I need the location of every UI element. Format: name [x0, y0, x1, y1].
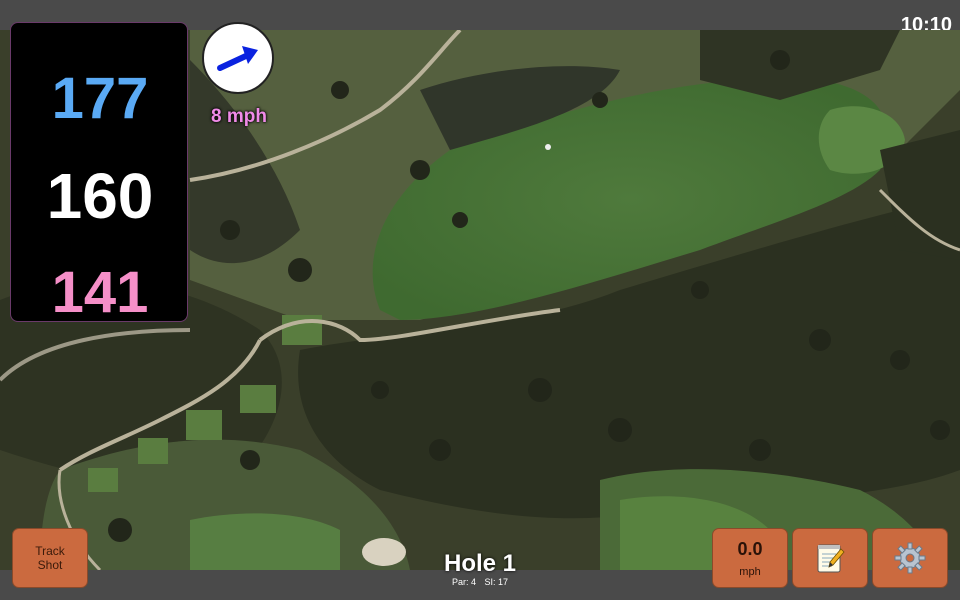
wind-direction-arrow-icon — [217, 46, 258, 71]
track-shot-label-line1: Track — [35, 544, 65, 558]
speed-button[interactable]: 0.0 mph — [712, 528, 788, 588]
hole-par: Par: 4 — [451, 577, 476, 587]
track-shot-label-line2: Shot — [37, 558, 63, 572]
distance-front: 141 — [51, 260, 149, 325]
notepad-pencil-icon — [817, 544, 845, 573]
distance-middle: 160 — [46, 160, 154, 232]
speed-value: 0.0 — [737, 539, 763, 559]
hole-stroke-index: SI: 17 — [484, 577, 509, 587]
distance-back: 177 — [51, 66, 149, 131]
track-shot-button[interactable]: Track Shot — [12, 528, 88, 588]
gear-icon — [894, 542, 926, 574]
notes-button[interactable] — [792, 528, 868, 588]
hole-info: Par: 4 SI: 17 — [380, 577, 580, 587]
wind-speed: 8 mph — [211, 106, 267, 127]
speed-unit: mph — [739, 566, 761, 578]
settings-button[interactable] — [872, 528, 948, 588]
distance-panel: 177 160 141 — [10, 22, 188, 325]
wind-indicator — [202, 22, 274, 94]
hole-title: Hole 1 — [443, 550, 517, 577]
